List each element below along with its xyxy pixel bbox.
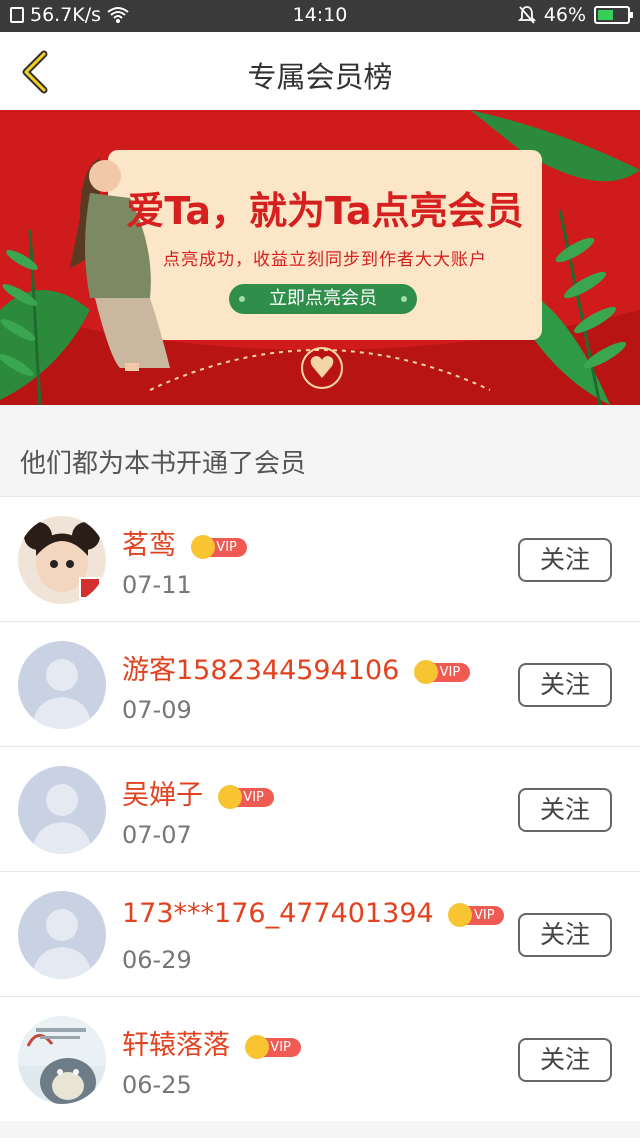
avatar[interactable] [18,516,106,604]
status-bar: 56.7K/s 14:10 46% [0,0,640,32]
member-date: 07-07 [122,821,192,849]
crown-icon [413,659,438,684]
member-name[interactable]: 茗鸾 [122,530,176,561]
light-up-member-button[interactable]: 立即点亮会员 [229,284,417,314]
vip-badge: VIP [190,534,247,559]
avatar[interactable] [18,766,106,854]
member-name[interactable]: 轩辕落落 [122,1030,230,1061]
member-name[interactable]: 吴婵子 [122,780,203,811]
list-item: 吴婵子 VIP 07-07 关注 [0,746,640,871]
list-item: 游客1582344594106 VIP 07-09 关注 [0,621,640,746]
page-title: 专属会员榜 [247,60,393,94]
follow-button[interactable]: 关注 [518,913,612,957]
crown-icon [190,534,215,559]
member-date: 06-29 [122,946,192,974]
avatar[interactable] [18,891,106,979]
member-date: 07-11 [122,571,192,599]
avatar[interactable] [18,641,106,729]
vip-badge: VIP [413,659,470,684]
vip-badge: VIP [217,784,274,809]
cta-label: 立即点亮会员 [269,288,377,309]
vip-badge: VIP [244,1034,301,1059]
vip-badge: VIP [448,902,505,927]
mute-bell-icon [517,6,536,24]
crown-icon [217,784,242,809]
list-item: 茗鸾 VIP 07-11 关注 [0,496,640,621]
top-navigation-bar: 专属会员榜 [0,32,640,110]
member-list: 茗鸾 VIP 07-11 关注 游客1582344594106 VIP 07-0… [0,496,640,1121]
crown-icon [448,902,473,927]
avatar[interactable] [18,1016,106,1104]
battery-icon [594,6,633,24]
follow-button[interactable]: 关注 [518,663,612,707]
list-item: 轩辕落落 VIP 06-25 关注 [0,996,640,1121]
follow-button[interactable]: 关注 [518,1038,612,1082]
follow-button[interactable]: 关注 [518,538,612,582]
member-date: 06-25 [122,1071,192,1099]
list-item: 173***176_477401394 VIP 06-29 关注 [0,871,640,996]
member-name[interactable]: 173***176_477401394 [122,898,434,929]
member-name[interactable]: 游客1582344594106 [122,655,399,686]
crown-icon [244,1034,269,1059]
follow-button[interactable]: 关注 [518,788,612,832]
member-date: 07-09 [122,696,192,724]
banner-subtitle: 点亮成功，收益立刻同步到作者大大账户 [163,250,487,270]
battery-percent: 46% [543,4,586,26]
member-promo-banner[interactable]: 爱Ta，就为Ta点亮会员 点亮成功，收益立刻同步到作者大大账户 立即点亮会员 [0,110,640,405]
section-title: 他们都为本书开通了会员 [20,449,307,479]
banner-headline: 爱Ta，就为Ta点亮会员 [126,189,524,233]
